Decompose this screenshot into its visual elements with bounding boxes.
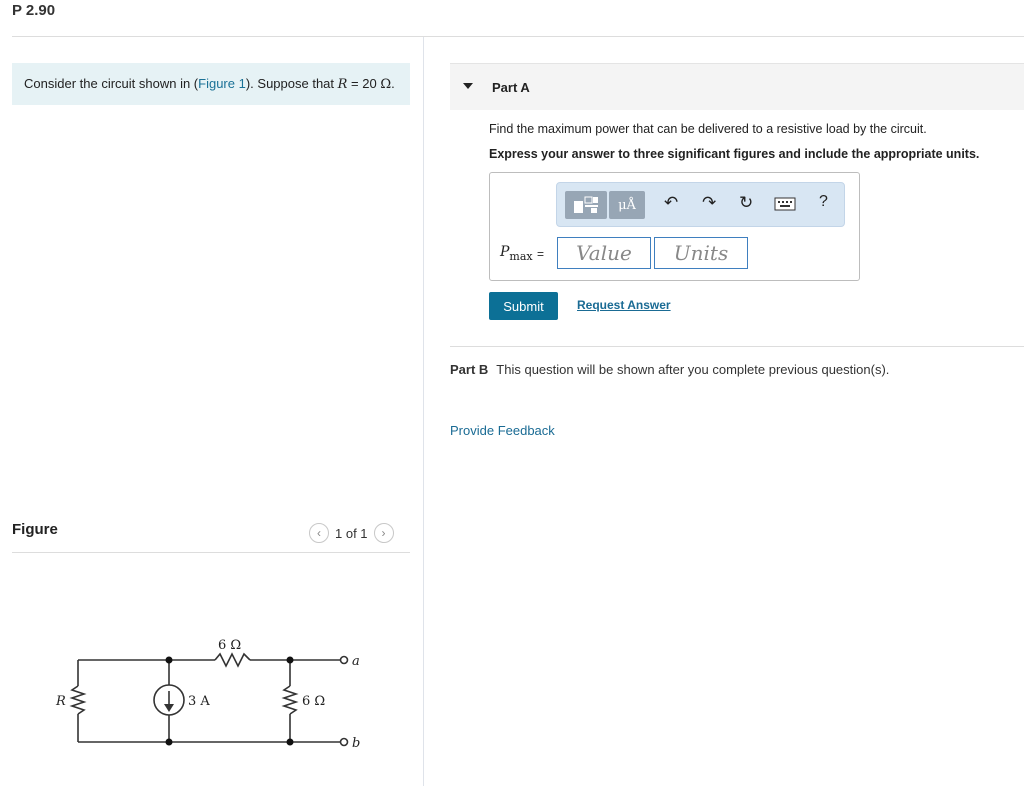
terminal-a-label: a <box>352 654 360 669</box>
equals-sign: = <box>537 247 545 261</box>
intro-middle: ). Suppose that <box>245 76 338 91</box>
templates-icon[interactable] <box>565 191 607 219</box>
pmax-label: Pmax <box>500 244 533 263</box>
chevron-left-icon[interactable]: ‹ <box>309 523 329 543</box>
terminal-b-label: b <box>352 736 360 751</box>
value-input[interactable]: Value <box>557 237 651 269</box>
request-answer-link[interactable]: Request Answer <box>577 298 671 312</box>
chevron-right-icon[interactable]: › <box>373 523 394 543</box>
part-a-title[interactable]: Part A <box>492 80 530 95</box>
header-divider <box>12 36 1024 37</box>
units-button[interactable]: μÅ <box>609 191 645 219</box>
column-divider <box>423 37 424 786</box>
undo-icon[interactable]: ↶ <box>664 193 678 213</box>
keyboard-icon[interactable] <box>774 196 796 216</box>
collapse-triangle-icon[interactable] <box>463 83 473 89</box>
pmax-sub: max <box>509 249 533 263</box>
instruction-text: Express your answer to three significant… <box>489 147 980 161</box>
reset-icon[interactable]: ↻ <box>739 193 753 213</box>
circuit-diagram: R 3 A 6 Ω 6 Ω a b <box>55 638 360 751</box>
pager-text: 1 of 1 <box>335 525 368 541</box>
figure-divider <box>12 552 410 553</box>
part-b-message: This question will be shown after you co… <box>496 362 890 377</box>
redo-icon[interactable]: ↷ <box>702 193 716 213</box>
intro-equals: = 20 <box>347 76 381 91</box>
shunt-resistor-label: 6 Ω <box>302 694 325 709</box>
part-b-row: Part B This question will be shown after … <box>450 362 889 377</box>
submit-button[interactable]: Submit <box>489 292 558 320</box>
intro-variable: R <box>337 77 348 92</box>
top-resistor-label: 6 Ω <box>218 638 241 653</box>
figure-label: Figure <box>12 521 58 538</box>
r-label: R <box>55 694 66 709</box>
figure-pager: ‹ 1 of 1 › <box>309 521 394 545</box>
intro-unit: Ω <box>380 77 392 92</box>
figure-link[interactable]: Figure 1 <box>198 76 246 91</box>
intro-suffix: . <box>391 76 395 91</box>
math-toolbar: μÅ ↶ ↷ ↻ ? <box>556 182 845 227</box>
part-a-header[interactable] <box>450 63 1024 110</box>
part-b-title: Part B <box>450 362 489 377</box>
units-input[interactable]: Units <box>654 237 748 269</box>
provide-feedback-link[interactable]: Provide Feedback <box>450 423 555 438</box>
part-b-divider <box>450 346 1024 347</box>
help-icon[interactable]: ? <box>819 193 828 211</box>
source-label: 3 A <box>188 694 210 709</box>
intro-prefix: Consider the circuit shown in ( <box>24 76 199 91</box>
problem-title: P 2.90 <box>12 2 56 19</box>
pmax-var: P <box>500 244 510 260</box>
question-text: Find the maximum power that can be deliv… <box>489 122 927 136</box>
problem-intro: Consider the circuit shown in (Figure 1)… <box>12 63 410 105</box>
